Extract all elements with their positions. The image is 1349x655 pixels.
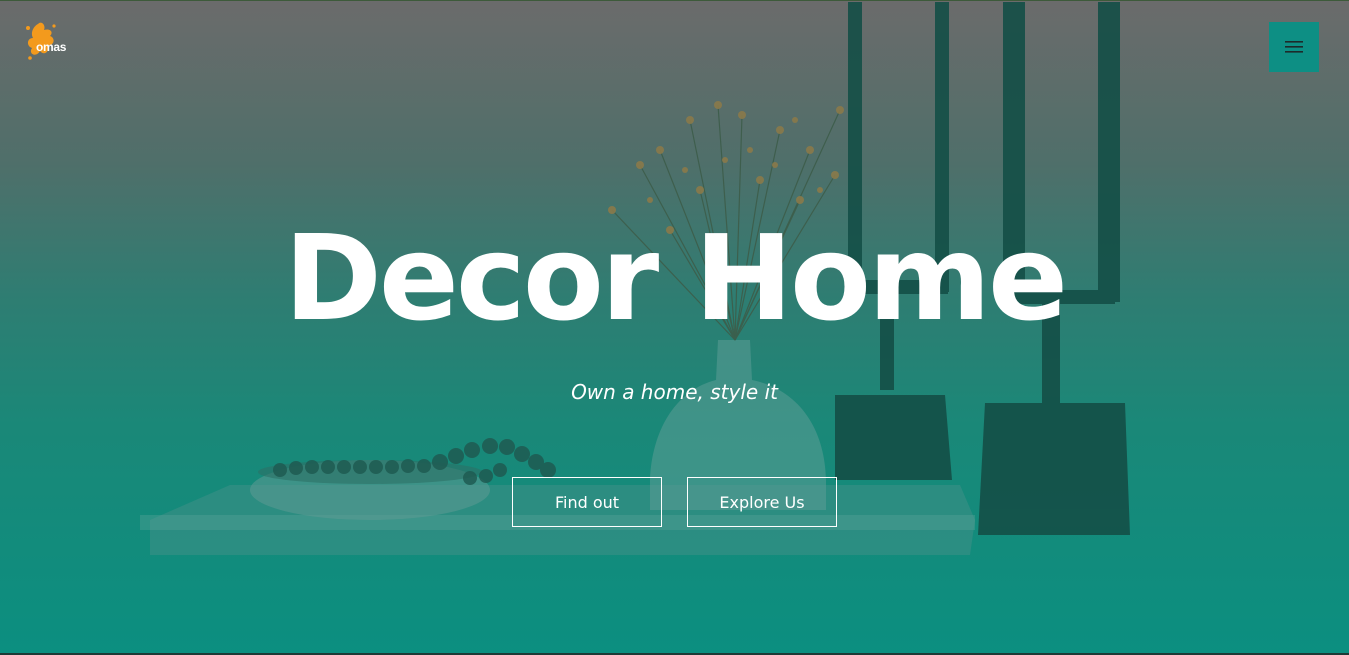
- explore-us-button[interactable]: Explore Us: [687, 477, 837, 527]
- brand-logo-text: omas: [36, 40, 67, 54]
- hamburger-menu-icon: [1285, 41, 1303, 53]
- hero-section: omas Decor Home Own a home, style it Fin…: [0, 0, 1349, 655]
- hero-title: Decor Home: [283, 209, 1068, 347]
- hero-subtitle: Own a home, style it: [571, 380, 778, 404]
- find-out-button[interactable]: Find out: [512, 477, 662, 527]
- brand-logo[interactable]: omas: [24, 18, 76, 66]
- menu-button[interactable]: [1269, 22, 1319, 72]
